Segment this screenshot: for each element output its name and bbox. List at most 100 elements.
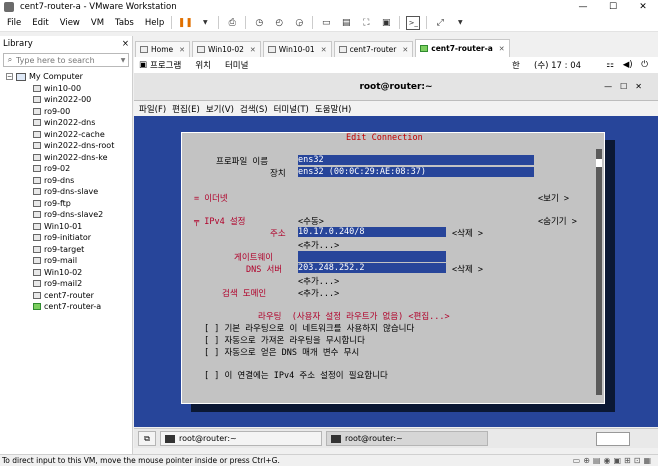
taskbar-window-2[interactable]: root@router:~ [326, 431, 488, 446]
tree-root[interactable]: − My Computer [0, 71, 132, 83]
dns-field[interactable]: 203.248.252.2 [298, 263, 446, 273]
terminal-menu-edit[interactable]: 편집(E) [172, 103, 200, 115]
dns-delete-button[interactable]: <삭제 > [452, 263, 483, 275]
library-vm-item[interactable]: win2022-00 [0, 94, 132, 106]
terminal-menu-file[interactable]: 파일(F) [139, 103, 166, 115]
edit-connection-dialog[interactable]: Edit Connection 프로파일 이름 ens32 장치 ens32 (… [181, 132, 605, 404]
ipv4-mode-dropdown[interactable]: <수동> [298, 215, 324, 227]
chevron-down-icon[interactable]: ▼ [453, 16, 467, 30]
search-input[interactable]: Type here to search [16, 56, 95, 65]
tab-home[interactable]: Home ✕ [135, 41, 191, 57]
library-vm-label: ro9-02 [44, 164, 71, 174]
ipv4-required-checkbox[interactable]: [ ] 이 연결에는 IPv4 주소 설정이 필요합니다 [204, 369, 388, 381]
device-status-icons[interactable]: ▭⊕▤◉▣⊞⊡▦ [573, 456, 654, 465]
never-default-checkbox[interactable]: [ ] 기본 라우팅으로 이 네트워크를 사용하지 않습니다 [204, 322, 414, 334]
menu-file[interactable]: File [7, 18, 21, 28]
maximize-button[interactable]: ☐ [598, 0, 628, 14]
collapse-icon[interactable]: − [6, 73, 13, 81]
ignore-auto-routes-checkbox[interactable]: [ ] 자동으로 가져온 라우팅을 무시합니다 [204, 334, 365, 346]
gnome-clock[interactable]: (수) 17 : 04 [534, 59, 581, 71]
ethernet-section[interactable]: = 이더넷 [194, 192, 228, 204]
unity-icon[interactable]: ▣ [379, 16, 393, 30]
pause-icon[interactable]: ❚❚ [178, 16, 193, 30]
input-method-indicator[interactable]: 한 [512, 59, 520, 71]
library-search[interactable]: ⌕ Type here to search ▼ [3, 53, 129, 67]
library-view-icon[interactable]: ▭ [319, 16, 333, 30]
tab-close-icon[interactable]: ✕ [179, 46, 185, 54]
revert-snapshot-icon[interactable]: ◴ [272, 16, 286, 30]
stretch-guest-icon[interactable]: ⤢ [433, 16, 447, 30]
tab-win10-02[interactable]: Win10-02 ✕ [192, 41, 261, 57]
ipv4-hide-button[interactable]: <숨기기 > [538, 215, 577, 227]
tab-close-icon[interactable]: ✕ [250, 46, 256, 54]
library-vm-item[interactable]: ro9-mail [0, 255, 132, 267]
tab-cent7-router-a[interactable]: cent7-router-a ✕ [415, 39, 510, 57]
terminal-menu-help[interactable]: 도움말(H) [315, 103, 351, 115]
snapshot-icon[interactable]: ◷ [252, 16, 266, 30]
library-close-button[interactable]: × [122, 39, 129, 49]
tab-cent7-router[interactable]: cent7-router ✕ [333, 41, 414, 57]
library-vm-item[interactable]: ro9-dns-slave [0, 186, 132, 198]
workspace-switcher[interactable] [596, 431, 630, 446]
fullscreen-icon[interactable]: ⛶ [359, 16, 373, 30]
tab-close-icon[interactable]: ✕ [402, 46, 408, 54]
chevron-down-icon[interactable]: ▼ [198, 16, 212, 30]
system-tray[interactable]: ⚏ ◀) ⏻ [606, 60, 648, 70]
library-vm-item[interactable]: win2022-dns [0, 117, 132, 129]
terminal-window-controls[interactable]: —☐✕ [604, 82, 650, 91]
gnome-terminal-menu[interactable]: 터미널 [225, 59, 248, 71]
console-view-icon[interactable]: >_ [406, 15, 421, 30]
address-add-button[interactable]: <추가...> [298, 239, 339, 251]
gnome-places-menu[interactable]: 위치 [195, 59, 211, 71]
library-vm-item[interactable]: ro9-target [0, 244, 132, 256]
library-vm-item[interactable]: cent7-router-a [0, 301, 132, 313]
library-vm-item[interactable]: ro9-mail2 [0, 278, 132, 290]
library-vm-item[interactable]: win10-00 [0, 83, 132, 95]
terminal-menu-view[interactable]: 보기(V) [206, 103, 234, 115]
tab-close-icon[interactable]: ✕ [499, 45, 505, 53]
library-vm-item[interactable]: ro9-00 [0, 106, 132, 118]
library-vm-item[interactable]: win2022-dns-ke [0, 152, 132, 164]
library-vm-item[interactable]: ro9-02 [0, 163, 132, 175]
gnome-applications-menu[interactable]: 프로그램 [150, 59, 181, 71]
thumbnail-view-icon[interactable]: ▤ [339, 16, 353, 30]
library-vm-item[interactable]: ro9-ftp [0, 198, 132, 210]
close-button[interactable]: ✕ [628, 0, 658, 14]
dns-add-button[interactable]: <추가...> [298, 275, 339, 287]
library-vm-item[interactable]: ro9-dns [0, 175, 132, 187]
show-desktop-icon[interactable]: ⧉ [138, 431, 156, 446]
address-delete-button[interactable]: <삭제 > [452, 227, 483, 239]
send-ctrl-alt-del-icon[interactable]: ⎙ [225, 16, 239, 30]
tab-close-icon[interactable]: ✕ [321, 46, 327, 54]
minimize-button[interactable]: — [568, 0, 598, 14]
library-vm-item[interactable]: Win10-01 [0, 221, 132, 233]
terminal-menu-search[interactable]: 검색(S) [240, 103, 268, 115]
tab-win10-01[interactable]: Win10-01 ✕ [262, 41, 332, 57]
routing-row[interactable]: 라우팅 (사용자 설정 라우트가 없음) <편집...> [258, 310, 450, 322]
library-vm-item[interactable]: win2022-dns-root [0, 140, 132, 152]
ignore-auto-dns-checkbox[interactable]: [ ] 자동으로 얻은 DNS 매개 변수 무시 [204, 346, 359, 358]
profile-name-field[interactable]: ens32 [298, 155, 534, 165]
scrollbar-thumb[interactable] [596, 159, 602, 167]
library-vm-item[interactable]: Win10-02 [0, 267, 132, 279]
menu-view[interactable]: View [60, 18, 80, 28]
ethernet-show-button[interactable]: <보기 > [538, 192, 569, 204]
chevron-down-icon[interactable]: ▼ [118, 57, 128, 64]
terminal-menu-terminal[interactable]: 터미널(T) [274, 103, 309, 115]
device-field[interactable]: ens32 (00:0C:29:AE:08:37) [298, 167, 534, 177]
address-field[interactable]: 10.17.0.240/8 [298, 227, 446, 237]
snapshot-manager-icon[interactable]: ◶ [292, 16, 306, 30]
vm-console[interactable]: ▣ 프로그램 위치 터미널 한 (수) 17 : 04 ⚏ ◀) ⏻ root@… [134, 57, 658, 427]
search-domain-add-button[interactable]: <추가...> [298, 287, 339, 299]
library-vm-item[interactable]: ro9-dns-slave2 [0, 209, 132, 221]
menu-vm[interactable]: VM [91, 18, 104, 28]
gateway-field[interactable] [298, 251, 446, 262]
dialog-scrollbar[interactable] [596, 149, 602, 395]
library-vm-item[interactable]: cent7-router [0, 290, 132, 302]
library-vm-item[interactable]: win2022-cache [0, 129, 132, 141]
menu-tabs[interactable]: Tabs [115, 18, 134, 28]
library-vm-item[interactable]: ro9-initiator [0, 232, 132, 244]
menu-help[interactable]: Help [145, 18, 164, 28]
menu-edit[interactable]: Edit [32, 18, 48, 28]
taskbar-window-1[interactable]: root@router:~ [160, 431, 322, 446]
